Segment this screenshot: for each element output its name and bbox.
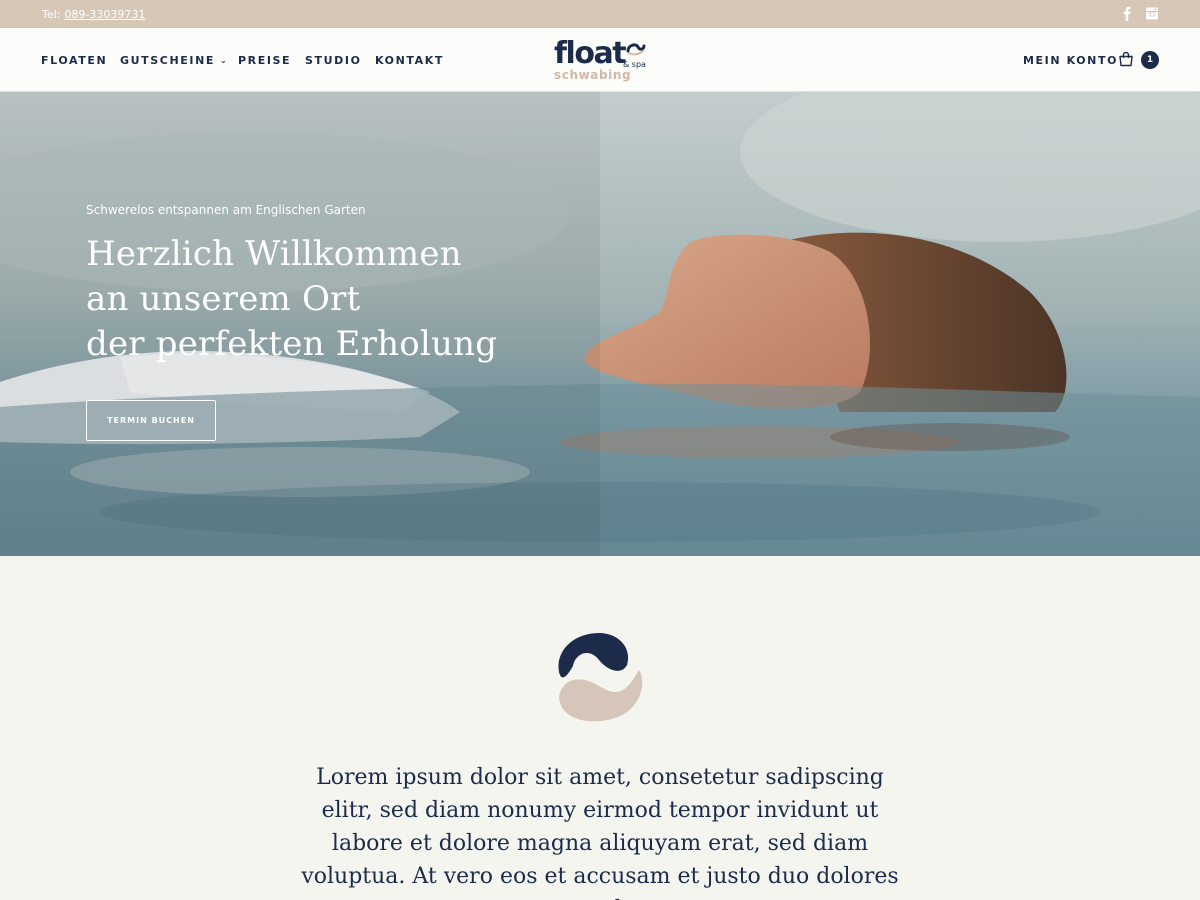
phone-info: Tel: 089-33039731 [42,8,145,21]
nav-item-floaten[interactable]: FLOATEN [41,54,107,67]
nav-item-label: KONTAKT [375,54,444,67]
wave-emblem-icon [558,632,643,722]
nav-item-label: FLOATEN [41,54,108,67]
instagram-icon[interactable] [1145,6,1159,21]
account-label: MEIN KONTO [1023,54,1119,67]
hero-title-line: Herzlich Willkommen [86,234,462,274]
nav-item-label: STUDIO [305,54,362,67]
intro-text: Lorem ipsum dolor sit amet, consetetur s… [301,765,899,900]
nav-item-label: PREISE [238,54,292,67]
nav-item-kontakt[interactable]: KONTAKT [375,54,444,67]
shopping-bag-icon[interactable] [1118,51,1134,67]
top-bar: Tel: 089-33039731 [0,0,1200,28]
nav-item-gutscheine[interactable]: GUTSCHEINE ⌄ [120,54,228,67]
hero-tagline: Schwerelos entspannen am Englischen Gart… [86,203,366,217]
nav-item-studio[interactable]: STUDIO [305,54,362,67]
main-navigation: FLOATEN GUTSCHEINE ⌄ PREISE STUDIO KONTAK… [0,28,1200,92]
book-appointment-button[interactable]: TERMIN BUCHEN [86,400,216,441]
nav-item-preise[interactable]: PREISE [238,54,291,67]
hero-title: Herzlich Willkommen an unserem Ort der p… [86,232,606,367]
hero-banner: Schwerelos entspannen am Englischen Gart… [0,92,1200,556]
facebook-icon[interactable] [1120,6,1134,21]
chevron-down-icon: ⌄ [220,56,229,65]
my-account-link[interactable]: MEIN KONTO [1023,54,1118,67]
hero-title-line: der perfekten Erholung [86,324,498,364]
site-logo[interactable]: float & spa schwabing [552,36,652,86]
logo-subtitle: schwabing [554,68,632,82]
hero-title-line: an unserem Ort [86,279,361,319]
nav-item-label: GUTSCHEINE [120,54,215,67]
logo-wordmark: float [554,36,627,71]
phone-label: Tel: [42,8,61,21]
logo-wave-icon [626,43,646,56]
cart-count-badge[interactable]: 1 [1141,51,1159,69]
phone-number-link[interactable]: 089-33039731 [64,8,145,21]
